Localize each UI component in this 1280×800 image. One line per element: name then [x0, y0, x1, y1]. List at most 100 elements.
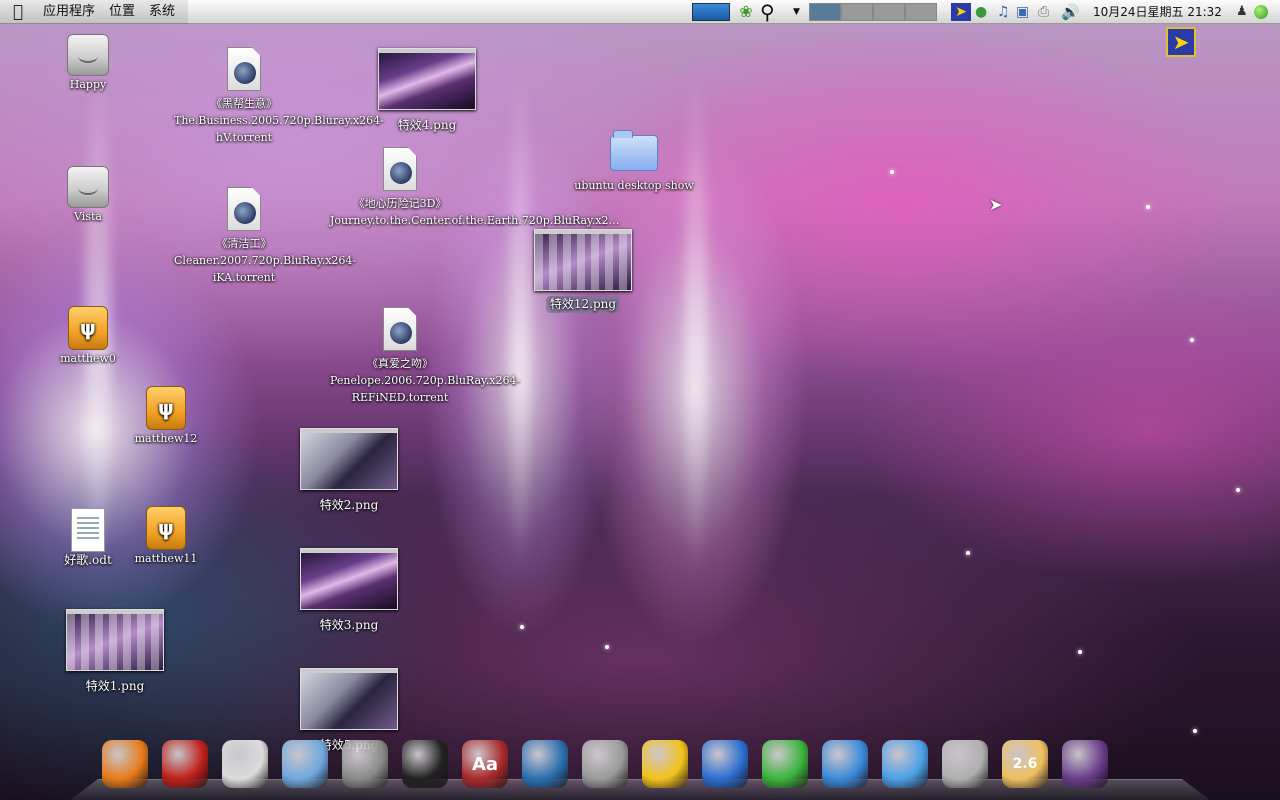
- usb-matthew0[interactable]: ψ matthew0: [48, 306, 128, 367]
- download-dock-icon[interactable]: [762, 740, 808, 788]
- dock-icon-text: Aa: [471, 753, 499, 775]
- drive-vista[interactable]: Vista: [48, 166, 128, 225]
- usb-matthew12[interactable]: ψ matthew12: [126, 386, 206, 447]
- icon-label: 好歌.odt: [64, 553, 112, 567]
- image-texiao4[interactable]: 特效4.png: [374, 48, 480, 134]
- terminal-dock-icon[interactable]: [402, 740, 448, 788]
- video-chat-dock-icon[interactable]: [822, 740, 868, 788]
- package-dock-icon[interactable]: [282, 740, 328, 788]
- system-preferences-dock-icon[interactable]: [342, 740, 388, 788]
- hard-drive-icon: [67, 34, 109, 76]
- database-dock-icon[interactable]: [942, 740, 988, 788]
- workspace-3[interactable]: [873, 3, 905, 21]
- dock-icon-text: 2.6: [1012, 756, 1038, 772]
- icon-label: 《地心历险记3D》Journey.to.the.Center.of.the.Ea…: [330, 197, 620, 227]
- icon-label: 特效1.png: [85, 679, 145, 693]
- image-texiao2[interactable]: 特效2.png: [296, 428, 402, 514]
- selected-label: 特效12.png: [545, 296, 621, 313]
- menu-places[interactable]: 位置: [102, 0, 142, 24]
- top-panel:  应用程序 位置 系统 ❀ ⚲ ▼ ➤ ● ♫ ▣ ⎙ 🔊 10月24日星期五…: [0, 0, 1280, 24]
- torrent-business[interactable]: 《黑帮生意》The.Business.2005.720p.Bluray.x264…: [174, 47, 384, 146]
- star: [1236, 488, 1240, 492]
- usb-drive-icon: ψ: [146, 386, 186, 430]
- star: [1190, 338, 1194, 342]
- icon-label: 特效12.png: [530, 296, 636, 313]
- sync-dock-icon[interactable]: [582, 740, 628, 788]
- itunes-dock-icon[interactable]: [882, 740, 928, 788]
- hard-drive-icon: [67, 166, 109, 208]
- workspace-2[interactable]: [841, 3, 873, 21]
- ipod-dock-icon[interactable]: [222, 740, 268, 788]
- icon-label: matthew0: [60, 352, 116, 365]
- usb-matthew11[interactable]: ψ matthew11: [126, 506, 206, 567]
- workspace-thumb-icon[interactable]: [692, 3, 730, 21]
- image-thumbnail: [534, 229, 632, 291]
- media-icon[interactable]: ♫: [997, 3, 1013, 21]
- volume-icon[interactable]: 🔊: [1061, 3, 1083, 21]
- image-thumbnail: [378, 48, 476, 110]
- star: [966, 551, 970, 555]
- image-texiao12[interactable]: 特效12.png: [530, 229, 636, 313]
- icon-label: ubuntu desktop show: [574, 179, 694, 192]
- python-dock-icon[interactable]: 2.6: [1002, 740, 1048, 788]
- torrent-file-icon: [383, 147, 417, 191]
- leaf-icon[interactable]: ❀: [736, 3, 756, 21]
- main-menu-bar:  应用程序 位置 系统: [0, 0, 189, 24]
- icon-label: 《清洁工》Cleaner.2007.720p.BluRay.x264-iKA.t…: [174, 237, 357, 284]
- update-notifier-icon[interactable]: ➤: [1166, 27, 1196, 57]
- radiation-dock-icon[interactable]: [642, 740, 688, 788]
- image-thumbnail: [66, 609, 164, 671]
- water-drop-dock-icon[interactable]: [522, 740, 568, 788]
- torrent-penelope[interactable]: 《真爱之吻》Penelope.2006.720p.BluRay.x264-REF…: [330, 307, 521, 406]
- workspace-4[interactable]: [905, 3, 937, 21]
- icon-label: 《黑帮生意》The.Business.2005.720p.Bluray.x264…: [174, 97, 384, 144]
- menu-system[interactable]: 系统: [142, 0, 182, 24]
- dictionary-dock-icon[interactable]: Aa: [462, 740, 508, 788]
- dropdown-arrow-icon[interactable]: ▼: [793, 3, 803, 21]
- star: [605, 645, 609, 649]
- torrent-file-icon: [383, 307, 417, 351]
- document-icon: [71, 508, 105, 552]
- opera-dock-icon[interactable]: [162, 740, 208, 788]
- icon-label: matthew11: [134, 552, 198, 565]
- folder-ubuntu-desktop-show[interactable]: ubuntu desktop show: [574, 130, 694, 194]
- magnifier-icon[interactable]: ⚲: [760, 2, 788, 22]
- icon-label: 特效4.png: [397, 118, 457, 132]
- clock[interactable]: 10月24日星期五 21:32: [1093, 0, 1222, 24]
- network-icon[interactable]: ●: [975, 3, 993, 21]
- display-icon[interactable]: ▣: [1016, 3, 1034, 21]
- light-streak: [510, 60, 530, 580]
- torrent-file-icon: [227, 187, 261, 231]
- workspace-switcher[interactable]: [809, 3, 937, 21]
- workspace-1[interactable]: [809, 3, 841, 21]
- star: [1078, 650, 1082, 654]
- torrent-journey[interactable]: 《地心历险记3D》Journey.to.the.Center.of.the.Ea…: [330, 147, 620, 229]
- printer-icon[interactable]: ⎙: [1038, 3, 1056, 21]
- usb-drive-icon: ψ: [68, 306, 108, 350]
- firefox-dock-icon[interactable]: [102, 740, 148, 788]
- image-thumbnail: [300, 548, 398, 610]
- mouse-pointer-icon: ➤: [989, 195, 1003, 214]
- torrent-file-icon: [227, 47, 261, 91]
- icon-label: 《真爱之吻》Penelope.2006.720p.BluRay.x264-REF…: [330, 357, 521, 404]
- star: [520, 625, 524, 629]
- usb-drive-icon: ψ: [146, 506, 186, 550]
- apple-logo-icon[interactable]: : [8, 2, 28, 22]
- image-thumbnail: [300, 668, 398, 730]
- drive-happy[interactable]: Happy: [48, 34, 128, 93]
- user-icon[interactable]: ♟: [1236, 3, 1250, 21]
- icon-label: Vista: [74, 210, 102, 223]
- icon-label: Happy: [69, 78, 107, 91]
- image-texiao3[interactable]: 特效3.png: [296, 548, 402, 634]
- menu-applications[interactable]: 应用程序: [36, 0, 102, 24]
- image-texiao1[interactable]: 特效1.png: [56, 609, 174, 695]
- image-thumbnail: [300, 428, 398, 490]
- status-green-icon[interactable]: [1254, 5, 1268, 19]
- star: [1146, 205, 1150, 209]
- document-haoge[interactable]: 好歌.odt: [48, 508, 128, 569]
- notification-icon[interactable]: ➤: [951, 3, 971, 21]
- torrent-cleaner[interactable]: 《清洁工》Cleaner.2007.720p.BluRay.x264-iKA.t…: [174, 187, 357, 286]
- desktop-wallpaper-dock-icon[interactable]: [1062, 740, 1108, 788]
- globe-dock-icon[interactable]: [702, 740, 748, 788]
- star: [890, 170, 894, 174]
